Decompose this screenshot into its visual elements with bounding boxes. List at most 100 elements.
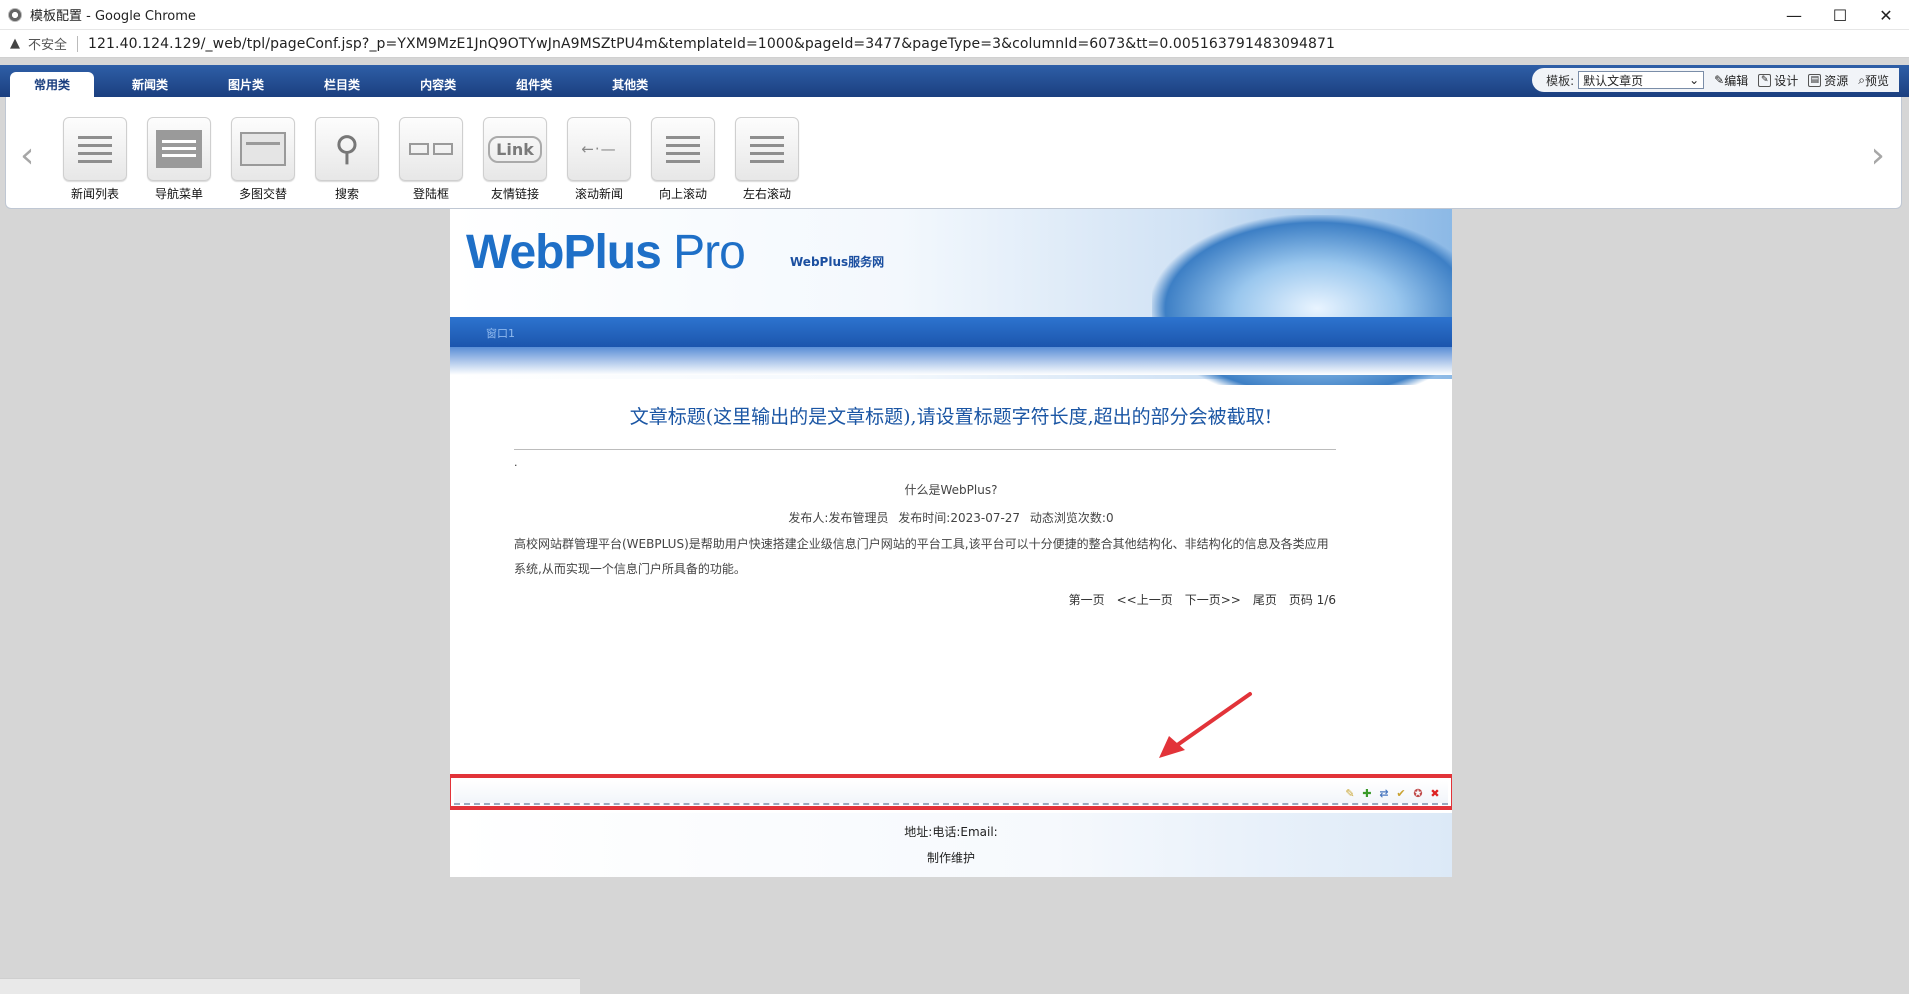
add-icon[interactable]: ✚ — [1360, 787, 1374, 801]
scroll-right-arrow-icon[interactable]: › — [1871, 135, 1885, 176]
publish-time: 发布时间:2023-07-27 — [898, 511, 1021, 525]
logo-main: WebPlus — [466, 226, 662, 279]
design-icon: ✎ — [1758, 73, 1772, 87]
scroll-left-arrow-icon[interactable]: ‹ — [20, 135, 34, 176]
scroll-up-icon — [651, 117, 715, 181]
widget-label: 导航菜单 — [154, 187, 203, 201]
tab-columns[interactable]: 栏目类 — [302, 72, 382, 97]
page-canvas: WebPlus Pro WebPlus服务网 窗口1 文章标题(这里输出的是文章… — [450, 209, 1452, 877]
prev-page-link[interactable]: <<上一页 — [1117, 591, 1173, 608]
pencil-icon: ✎ — [1714, 73, 1725, 87]
widget-search[interactable]: ⚲ 搜索 — [314, 117, 380, 202]
chevron-down-icon: ⌄ — [1689, 73, 1700, 87]
template-toolbar: 模板: 默认文章页 ⌄ ✎ 编辑 ✎ 设计 ▤ 资源 ⌕ 预览 — [1532, 68, 1899, 92]
close-button[interactable]: ✕ — [1863, 0, 1909, 30]
warning-icon[interactable]: ▲ — [10, 36, 20, 51]
template-label: 模板: — [1546, 73, 1575, 88]
widget-scroll-news[interactable]: ←·— 滚动新闻 — [566, 117, 632, 202]
site-banner: WebPlus Pro WebPlus服务网 窗口1 — [450, 209, 1452, 385]
design-button[interactable]: ✎ 设计 — [1758, 72, 1798, 89]
login-icon — [399, 117, 463, 181]
edit-button[interactable]: ✎ 编辑 — [1714, 72, 1748, 89]
widget-image-swap[interactable]: 多图交替 — [230, 117, 296, 202]
resources-button[interactable]: ▤ 资源 — [1808, 72, 1848, 89]
search-icon: ⚲ — [315, 117, 379, 181]
address-bar: ▲ 不安全 121.40.124.129/_web/tpl/pageConf.j… — [0, 30, 1909, 58]
widget-label: 多图交替 — [238, 187, 287, 201]
tab-other[interactable]: 其他类 — [590, 72, 670, 97]
last-page-link[interactable]: 尾页 — [1253, 591, 1277, 608]
image-swap-icon — [231, 117, 295, 181]
settings-icon[interactable]: ✪ — [1411, 787, 1425, 801]
widget-label: 友情链接 — [490, 187, 539, 201]
check-icon[interactable]: ✔ — [1394, 787, 1408, 801]
scroll-horizontal-icon — [735, 117, 799, 181]
resources-label: 资源 — [1824, 73, 1849, 88]
template-select[interactable]: 默认文章页 ⌄ — [1578, 71, 1705, 89]
nav-shadow — [450, 347, 1452, 375]
logo-suffix: Pro — [660, 226, 746, 279]
empty-column[interactable]: ✎ ✚ ⇄ ✔ ✪ ✖ — [454, 781, 1448, 805]
url-field[interactable]: 121.40.124.129/_web/tpl/pageConf.jsp?_p=… — [88, 36, 1335, 52]
status-bar — [0, 978, 580, 994]
article-title: 文章标题(这里输出的是文章标题),请设置标题字符长度,超出的部分会被截取! — [629, 406, 1273, 428]
tab-common[interactable]: 常用类 — [10, 72, 95, 97]
widget-nav-menu[interactable]: 导航菜单 — [146, 117, 212, 202]
window-controls: — ☐ ✕ — [1771, 0, 1909, 30]
site-logo: WebPlus Pro — [466, 225, 746, 280]
resources-icon: ▤ — [1808, 73, 1822, 87]
next-page-link[interactable]: 下一页>> — [1185, 591, 1241, 608]
chrome-icon — [8, 7, 22, 22]
delete-icon[interactable]: ✖ — [1428, 787, 1442, 801]
widget-label: 滚动新闻 — [574, 187, 623, 201]
widget-scroll-horizontal[interactable]: 左右滚动 — [734, 117, 800, 202]
preview-label: 预览 — [1864, 73, 1889, 88]
title-divider — [514, 449, 1336, 450]
first-page-link[interactable]: 第一页 — [1069, 591, 1105, 608]
publisher: 发布人:发布管理员 — [788, 511, 889, 525]
annotation-arrow-icon — [1159, 692, 1252, 758]
move-icon[interactable]: ⇄ — [1377, 787, 1391, 801]
widget-label: 新闻列表 — [70, 187, 119, 201]
widget-friend-links[interactable]: Link 友情链接 — [482, 117, 548, 202]
widget-label: 登陆框 — [412, 187, 449, 201]
site-nav-bar: 窗口1 — [450, 317, 1452, 347]
pencil-icon[interactable]: ✎ — [1343, 787, 1357, 801]
service-name: WebPlus服务网 — [790, 255, 885, 269]
minimize-button[interactable]: — — [1771, 0, 1817, 30]
tab-content[interactable]: 内容类 — [398, 72, 478, 97]
widget-panel: ‹ 新闻列表 导航菜单 多图交替 ⚲ 搜索 登陆框 Link 友情链接 ←·— … — [5, 97, 1902, 209]
template-select-value: 默认文章页 — [1583, 73, 1644, 88]
article-meta: 发布人:发布管理员 发布时间:2023-07-27 动态浏览次数:0 — [450, 509, 1452, 526]
pagination: 第一页 <<上一页 下一页>> 尾页 页码 1/6 — [1057, 591, 1336, 608]
widget-scroll-up[interactable]: 向上滚动 — [650, 117, 716, 202]
list-icon — [63, 117, 127, 181]
scroll-news-icon: ←·— — [567, 117, 631, 181]
article-body: 高校网站群管理平台(WEBPLUS)是帮助用户快速搭建企业级信息门户网站的平台工… — [514, 537, 1329, 576]
design-label: 设计 — [1774, 73, 1799, 88]
selected-column-highlight: ✎ ✚ ⇄ ✔ ✪ ✖ — [450, 774, 1452, 810]
tab-news[interactable]: 新闻类 — [110, 72, 190, 97]
maximize-button[interactable]: ☐ — [1817, 0, 1863, 30]
footer-maintainer: 制作维护 — [926, 851, 975, 865]
widget-label: 左右滚动 — [742, 187, 791, 201]
nav-item-window1[interactable]: 窗口1 — [486, 325, 515, 341]
window-title: 模板配置 - Google Chrome — [30, 9, 196, 24]
widget-login[interactable]: 登陆框 — [398, 117, 464, 202]
site-footer: 地址:电话:Email: 制作维护 — [450, 813, 1452, 877]
article-dot: . — [514, 456, 518, 469]
widget-label: 向上滚动 — [658, 187, 707, 201]
column-toolbar: ✎ ✚ ⇄ ✔ ✪ ✖ — [1340, 787, 1442, 801]
tab-images[interactable]: 图片类 — [206, 72, 286, 97]
widget-label: 搜索 — [334, 187, 359, 201]
tab-components[interactable]: 组件类 — [494, 72, 574, 97]
preview-button[interactable]: ⌕ 预览 — [1858, 72, 1889, 89]
view-count: 动态浏览次数:0 — [1029, 511, 1114, 525]
magnifier-icon: ⌕ — [1858, 72, 1865, 87]
widget-news-list[interactable]: 新闻列表 — [62, 117, 128, 202]
edit-label: 编辑 — [1724, 73, 1749, 88]
widget-list: 新闻列表 导航菜单 多图交替 ⚲ 搜索 登陆框 Link 友情链接 ←·— 滚动… — [62, 117, 818, 202]
footer-contact: 地址:电话:Email: — [904, 825, 998, 839]
insecure-label[interactable]: 不安全 — [28, 34, 67, 53]
page-info: 页码 1/6 — [1288, 593, 1336, 607]
